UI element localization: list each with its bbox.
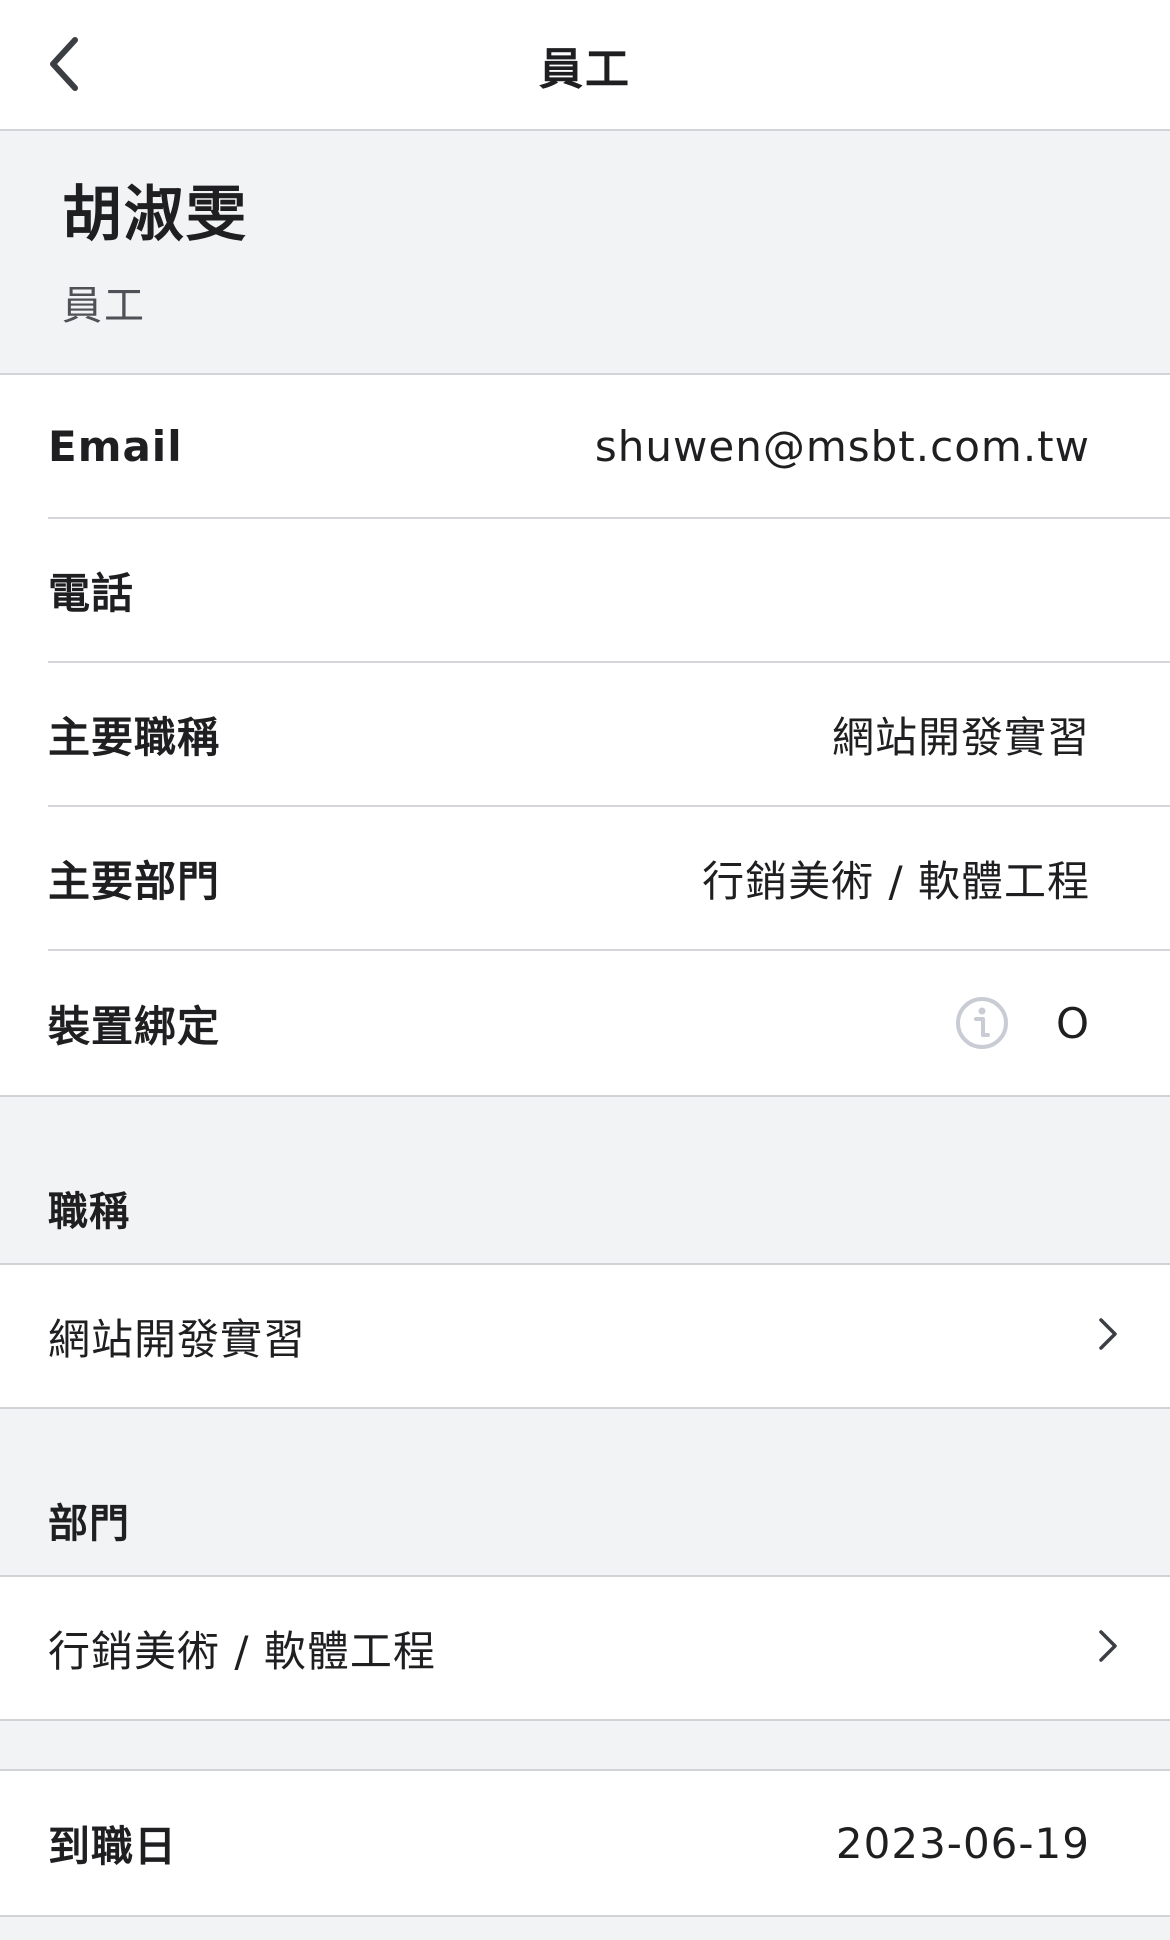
- department-list-item[interactable]: 行銷美術 / 軟體工程: [0, 1577, 1170, 1721]
- chevron-right-icon: [1096, 1626, 1120, 1670]
- hire-date-value: 2023-06-19: [835, 1818, 1090, 1868]
- device-binding-value-group: O: [954, 995, 1090, 1051]
- details-card: Email shuwen@msbt.com.tw 電話 主要職稱 網站開發實習 …: [0, 375, 1170, 1097]
- primary-title-row: 主要職稱 網站開發實習: [48, 663, 1170, 807]
- profile-header: 胡淑雯 員工: [0, 131, 1170, 375]
- employee-role: 員工: [62, 283, 146, 329]
- device-binding-label: 裝置綁定: [48, 1001, 221, 1051]
- title-item-label: 網站開發實習: [48, 1314, 307, 1364]
- departments-section-header: 部門: [0, 1409, 1170, 1577]
- primary-department-row: 主要部門 行銷美術 / 軟體工程: [48, 807, 1170, 951]
- email-label: Email: [48, 421, 183, 471]
- hire-date-label: 到職日: [48, 1821, 178, 1871]
- departments-section-title: 部門: [48, 1501, 130, 1547]
- titles-section-header: 職稱: [0, 1097, 1170, 1265]
- hire-date-row: 到職日 2023-06-19: [48, 1771, 1170, 1915]
- employee-name: 胡淑雯: [62, 180, 248, 250]
- back-button[interactable]: [30, 26, 100, 106]
- primary-title-value: 網站開發實習: [831, 712, 1090, 762]
- phone-label: 電話: [48, 568, 135, 618]
- email-row[interactable]: Email shuwen@msbt.com.tw: [48, 375, 1170, 519]
- section-spacer: [0, 1721, 1170, 1771]
- titles-section-title: 職稱: [48, 1189, 130, 1235]
- primary-department-label: 主要部門: [48, 856, 221, 906]
- navigation-bar: 員工: [0, 0, 1170, 131]
- title-list-item[interactable]: 網站開發實習: [0, 1265, 1170, 1409]
- phone-row[interactable]: 電話: [48, 519, 1170, 663]
- device-binding-row: 裝置綁定 O: [48, 951, 1170, 1095]
- chevron-left-icon: [45, 32, 85, 100]
- department-item-label: 行銷美術 / 軟體工程: [48, 1626, 436, 1676]
- chevron-right-icon: [1096, 1314, 1120, 1358]
- email-value: shuwen@msbt.com.tw: [594, 421, 1090, 471]
- hire-date-card: 到職日 2023-06-19: [0, 1771, 1170, 1917]
- primary-title-label: 主要職稱: [48, 712, 221, 762]
- page-title: 員工: [539, 43, 631, 95]
- device-binding-value: O: [1055, 998, 1090, 1048]
- primary-department-value: 行銷美術 / 軟體工程: [702, 856, 1090, 906]
- info-icon[interactable]: [954, 995, 1010, 1051]
